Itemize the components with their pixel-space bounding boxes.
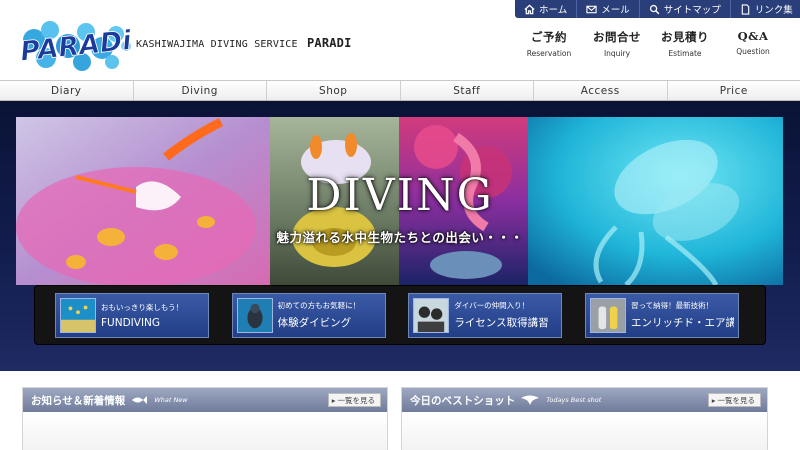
page: ホーム メール サイトマップ リンク集 PARADi KASHIWAJIMA D… xyxy=(0,0,800,450)
best-shot-view-all-button[interactable]: ▸ 一覧を見る xyxy=(707,393,761,407)
tank-thumbnail xyxy=(589,297,626,333)
contact-inquiry-label: お問合せ xyxy=(593,30,641,44)
course-trial-tagline: 初めての方もお気軽に！ xyxy=(277,301,361,310)
utility-home-link[interactable]: ホーム xyxy=(515,0,578,18)
utility-links-label: リンク集 xyxy=(754,5,793,16)
utility-bar: ホーム メール サイトマップ リンク集 xyxy=(515,0,800,18)
hero-banner: DIVING 魅力溢れる水中生物たちとの出会い・・・ おもいっきり楽しもう！ F… xyxy=(0,101,800,371)
news-panel-header: お知らせ＆新着情報 What New ▸ 一覧を見る xyxy=(23,388,387,412)
nav-price[interactable]: Price xyxy=(668,81,800,100)
best-shot-panel-body xyxy=(402,412,767,450)
contact-estimate-label: お見積り xyxy=(661,30,709,44)
contact-estimate[interactable]: お見積り Estimate xyxy=(651,29,719,58)
hero-headline: DIVING xyxy=(306,170,494,221)
best-shot-view-all-label: 一覧を見る xyxy=(717,395,756,405)
nav-shop[interactable]: Shop xyxy=(267,81,401,100)
main-nav: Diary Diving Shop Staff Access Price xyxy=(0,80,800,101)
paradi-logo[interactable]: PARADi xyxy=(16,16,134,76)
news-panel-title: お知らせ＆新着情報 xyxy=(31,394,126,407)
course-fundiving-button[interactable]: おもいっきり楽しもう！ FUNDIVING xyxy=(55,292,209,338)
utility-sitemap-link[interactable]: サイトマップ xyxy=(640,0,731,18)
news-panel-subtitle: What New xyxy=(154,396,188,404)
hero-subheadline: 魅力溢れる水中生物たちとの出会い・・・ xyxy=(276,230,524,245)
course-license-tagline: ダイバーの仲間入り！ xyxy=(454,301,530,310)
best-shot-panel-header: 今日のベストショット Todays Best shot ▸ 一覧を見る xyxy=(402,388,767,412)
contact-qa-label: Q&A xyxy=(737,29,769,43)
divers-group-thumbnail xyxy=(413,297,450,333)
news-panel-body xyxy=(23,412,387,450)
contact-qa[interactable]: Q&A Question xyxy=(719,29,787,58)
arrow-right-icon: ▸ xyxy=(711,395,716,405)
utility-mail-label: メール xyxy=(601,5,630,16)
course-fundiving-tagline: おもいっきり楽しもう！ xyxy=(101,302,184,312)
utility-home-label: ホーム xyxy=(539,5,568,16)
course-nitrox-button[interactable]: 習って納得！最新技術！ エンリッチド・エア講習 xyxy=(584,292,739,338)
mail-icon xyxy=(586,5,597,13)
fish-school-thumbnail xyxy=(60,297,96,333)
best-shot-panel-title: 今日のベストショット xyxy=(410,394,516,407)
nav-access[interactable]: Access xyxy=(534,81,668,100)
course-nitrox-label: エンリッチド・エア講習 xyxy=(630,317,734,329)
contact-reservation[interactable]: ご予約 Reservation xyxy=(515,29,583,58)
fish-icon xyxy=(132,396,148,404)
course-buttons: おもいっきり楽しもう！ FUNDIVING 初めての方もお気軽に！ 体験ダイビン… xyxy=(34,285,766,345)
search-icon xyxy=(649,4,660,14)
contact-estimate-sub: Estimate xyxy=(668,49,702,58)
site-title: KASHIWAJIMA DIVING SERVICE PARADI xyxy=(136,36,352,50)
nav-diary[interactable]: Diary xyxy=(0,81,134,100)
course-trial-button[interactable]: 初めての方もお気軽に！ 体験ダイビング xyxy=(231,292,386,338)
contact-reservation-sub: Reservation xyxy=(526,49,572,58)
utility-sitemap-label: サイトマップ xyxy=(663,5,721,16)
manta-icon xyxy=(521,395,540,405)
utility-links-link[interactable]: リンク集 xyxy=(731,0,800,18)
news-panel: お知らせ＆新着情報 What New ▸ 一覧を見る xyxy=(22,387,388,450)
site-name: PARADI xyxy=(306,36,352,50)
contact-inquiry-sub: Inquiry xyxy=(603,49,631,58)
course-nitrox-tagline: 習って納得！最新技術！ xyxy=(630,301,714,310)
site-tagline: KASHIWAJIMA DIVING SERVICE xyxy=(136,39,298,50)
course-license-button[interactable]: ダイバーの仲間入り！ ライセンス取得講習 xyxy=(408,292,563,338)
news-view-all-label: 一覧を見る xyxy=(337,395,376,405)
course-fundiving-label: FUNDIVING xyxy=(101,316,161,329)
utility-mail-link[interactable]: メール xyxy=(577,0,640,18)
best-shot-panel: 今日のベストショット Todays Best shot ▸ 一覧を見る xyxy=(401,387,768,450)
arrow-right-icon: ▸ xyxy=(331,395,336,405)
diver-thumbnail xyxy=(236,297,273,333)
document-icon xyxy=(741,3,750,15)
course-trial-label: 体験ダイビング xyxy=(277,317,352,329)
contact-reservation-label: ご予約 xyxy=(531,30,567,44)
news-view-all-button[interactable]: ▸ 一覧を見る xyxy=(327,393,381,407)
home-icon xyxy=(524,4,535,14)
course-license-label: ライセンス取得講習 xyxy=(454,317,549,329)
nav-staff[interactable]: Staff xyxy=(401,81,534,100)
contact-qa-sub: Question xyxy=(736,47,770,56)
nav-diving[interactable]: Diving xyxy=(134,81,267,100)
best-shot-panel-subtitle: Todays Best shot xyxy=(546,396,602,404)
contact-inquiry[interactable]: お問合せ Inquiry xyxy=(583,29,651,58)
contact-nav: ご予約 Reservation お問合せ Inquiry お見積り Estima… xyxy=(515,29,787,58)
